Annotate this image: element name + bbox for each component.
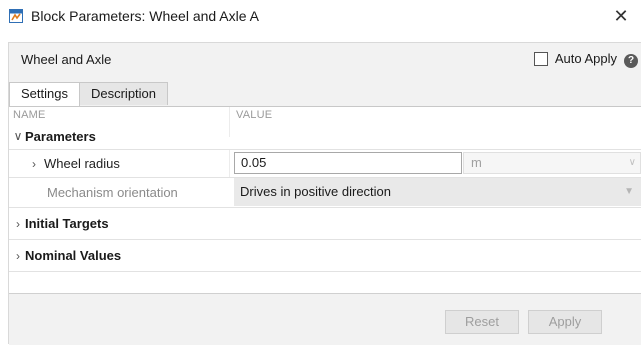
table-row-wheel-radius: › Wheel radius 0.05 m ∨ bbox=[9, 150, 641, 178]
section-label: Nominal Values bbox=[25, 248, 122, 263]
parameters-panel: Wheel and Axle Auto Apply ? Settings Des… bbox=[8, 42, 641, 345]
chevron-right-icon: › bbox=[16, 248, 20, 263]
chevron-down-icon: ∨ bbox=[628, 157, 636, 168]
section-nominal-values[interactable]: › Nominal Values bbox=[9, 240, 641, 272]
window-title: Block Parameters: Wheel and Axle A bbox=[31, 8, 259, 24]
close-button[interactable]: ✕ bbox=[601, 0, 641, 33]
help-icon[interactable]: ? bbox=[624, 54, 638, 68]
close-icon: ✕ bbox=[613, 6, 629, 26]
mechanism-orientation-label: Mechanism orientation bbox=[47, 185, 178, 200]
apply-button[interactable]: Apply bbox=[528, 310, 602, 334]
block-name: Wheel and Axle bbox=[21, 52, 112, 67]
section-label: Parameters bbox=[25, 128, 96, 144]
wheel-radius-input[interactable]: 0.05 bbox=[234, 152, 462, 174]
table-row-mechanism-orientation: Mechanism orientation Drives in positive… bbox=[9, 178, 641, 208]
tab-description[interactable]: Description bbox=[78, 82, 169, 105]
reset-button[interactable]: Reset bbox=[445, 310, 519, 334]
column-header-name: NAME bbox=[13, 109, 46, 121]
dialog-footer: Reset Apply bbox=[9, 293, 641, 345]
mechanism-orientation-select[interactable]: Drives in positive direction ▼ bbox=[234, 178, 641, 206]
chevron-right-icon: › bbox=[16, 216, 20, 231]
column-header-value: VALUE bbox=[236, 109, 273, 121]
unit-value: m bbox=[471, 155, 482, 170]
chevron-right-icon[interactable]: › bbox=[27, 157, 41, 171]
wheel-radius-label: Wheel radius bbox=[44, 156, 120, 171]
auto-apply-toggle[interactable]: Auto Apply bbox=[533, 51, 617, 66]
section-initial-targets[interactable]: › Initial Targets bbox=[9, 208, 641, 240]
section-label: Initial Targets bbox=[25, 216, 109, 231]
mechanism-orientation-value: Drives in positive direction bbox=[240, 184, 392, 199]
tab-strip: Settings Description bbox=[9, 82, 169, 106]
wheel-radius-unit-select[interactable]: m ∨ bbox=[463, 152, 641, 174]
property-table: NAME VALUE ∨ Parameters › Wheel radius 0… bbox=[9, 106, 641, 293]
block-header: Wheel and Axle Auto Apply ? bbox=[9, 43, 641, 79]
title-bar: Block Parameters: Wheel and Axle A ✕ bbox=[0, 0, 641, 33]
chevron-down-icon: ∨ bbox=[13, 129, 23, 143]
section-parameters[interactable]: ∨ Parameters bbox=[9, 123, 641, 150]
simulink-block-icon bbox=[9, 9, 23, 23]
tab-settings[interactable]: Settings bbox=[9, 82, 80, 106]
chevron-down-icon: ▼ bbox=[624, 186, 634, 197]
auto-apply-checkbox[interactable] bbox=[533, 51, 548, 66]
auto-apply-label: Auto Apply bbox=[554, 51, 617, 66]
